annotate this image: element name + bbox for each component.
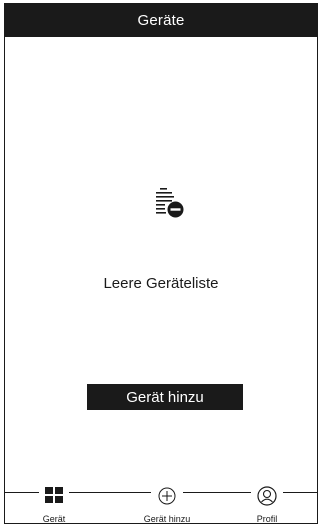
grid-icon [39, 486, 69, 504]
nav-label-add-device: Gerät hinzu [143, 514, 191, 524]
plus-circle-icon [151, 486, 183, 506]
add-device-button[interactable]: Gerät hinzu [87, 384, 243, 410]
user-icon [251, 486, 283, 508]
nav-item-devices[interactable]: Gerät [27, 486, 81, 525]
nav-label-devices: Gerät [42, 514, 66, 524]
nav-label-profile: Profil [256, 514, 278, 524]
title-bar: Geräte [5, 4, 317, 37]
nav-item-profile[interactable]: Profil [243, 486, 291, 525]
list-remove-icon [156, 188, 184, 218]
page-title: Geräte [137, 12, 185, 29]
empty-list-label: Leere Geräteliste [103, 275, 219, 292]
nav-item-add-device[interactable]: Gerät hinzu [129, 486, 205, 525]
app-screen: Geräte Leere Geräteliste Gerät hinzu Ger… [4, 3, 318, 524]
bottom-nav: Gerät Gerät hinzu Profil [5, 486, 317, 525]
